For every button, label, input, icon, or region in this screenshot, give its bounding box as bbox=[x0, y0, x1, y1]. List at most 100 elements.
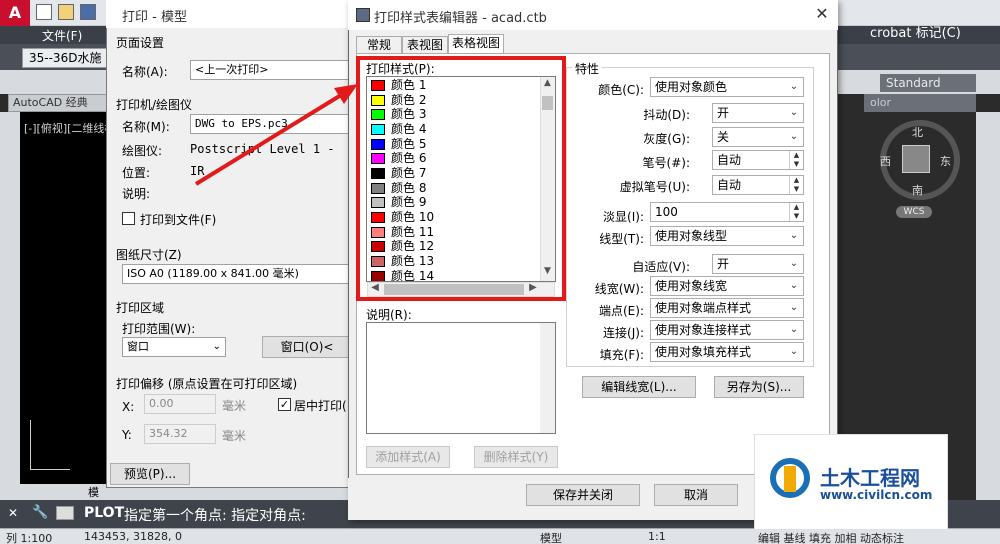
ucs-icon bbox=[30, 420, 70, 470]
tab-form-view[interactable]: 表格视图 bbox=[448, 34, 504, 54]
save-and-close-button[interactable]: 保存并关闭 bbox=[526, 484, 640, 506]
status-scale[interactable]: 列 1:100 bbox=[6, 530, 52, 544]
watermark-title: 土木工程网 bbox=[820, 466, 920, 490]
color-value: 使用对象颜色 bbox=[655, 80, 728, 94]
status-annotation-scale[interactable]: 1:1 bbox=[648, 530, 666, 543]
editor-title: 打印样式表编辑器 - acad.ctb bbox=[374, 11, 547, 26]
linetype-label: 线型(T): bbox=[599, 232, 644, 246]
join-combo[interactable]: 使用对象连接样式 ⌄ bbox=[650, 320, 804, 340]
plot-range-value: 窗口 bbox=[127, 340, 149, 353]
offset-x-label: X: bbox=[122, 400, 135, 414]
page-setup-name-combo[interactable]: <上一次打印> bbox=[190, 60, 350, 80]
modify-toolbar bbox=[976, 112, 1000, 502]
chevron-down-icon: ⌄ bbox=[789, 280, 799, 291]
printer-group-title: 打印机/绘图仪 bbox=[116, 98, 193, 112]
compass-south: 南 bbox=[912, 184, 923, 197]
print-to-file-checkbox[interactable] bbox=[122, 212, 135, 225]
tab-table-view[interactable]: 表视图 bbox=[402, 36, 448, 54]
fill-combo[interactable]: 使用对象填充样式 ⌄ bbox=[650, 342, 804, 362]
linetype-combo[interactable]: 使用对象线型 ⌄ bbox=[650, 226, 804, 246]
page-setup-name-label: 名称(A): bbox=[122, 65, 168, 79]
grayscale-label: 灰度(G): bbox=[643, 132, 690, 146]
chevron-down-icon: ⌄ bbox=[789, 302, 799, 313]
page-setup-heading: 页面设置 bbox=[116, 36, 165, 50]
spin-up-icon[interactable]: ▲ bbox=[789, 176, 803, 185]
wrench-icon[interactable]: 🔧 bbox=[32, 505, 48, 521]
chevron-down-icon: ⌄ bbox=[789, 324, 799, 335]
plotter-label: 绘图仪: bbox=[122, 144, 163, 158]
spin-down-icon[interactable]: ▼ bbox=[789, 160, 803, 169]
where-label: 位置: bbox=[122, 166, 151, 180]
tab-general[interactable]: 常规 bbox=[356, 36, 402, 54]
linetype-value: 使用对象线型 bbox=[655, 229, 728, 243]
offset-x-unit: 毫米 bbox=[222, 399, 247, 413]
adaptive-label: 自适应(V): bbox=[632, 260, 690, 274]
new-file-icon[interactable] bbox=[36, 4, 52, 20]
save-as-button[interactable]: 另存为(S)... bbox=[714, 376, 804, 398]
plot-range-combo[interactable]: 窗口 ⌄ bbox=[122, 337, 226, 357]
adaptive-combo[interactable]: 开 ⌄ bbox=[712, 254, 804, 274]
text-style-combo[interactable]: Standard bbox=[880, 74, 976, 92]
edit-lineweights-button[interactable]: 编辑线宽(L)... bbox=[582, 376, 696, 398]
virtual-pen-stepper[interactable]: 自动 ▲ ▼ bbox=[712, 175, 804, 195]
color-combo[interactable]: 使用对象颜色 ⌄ bbox=[650, 77, 804, 97]
fill-label: 填充(F): bbox=[599, 348, 644, 362]
status-toggles[interactable]: 编辑 基线 填充 加相 动态标注 bbox=[758, 530, 904, 544]
save-file-icon[interactable] bbox=[80, 4, 96, 20]
spin-up-icon[interactable]: ▲ bbox=[789, 203, 803, 212]
center-plot-label: 居中打印( bbox=[294, 399, 347, 413]
chevron-down-icon: ⌄ bbox=[212, 341, 221, 352]
spin-down-icon[interactable]: ▼ bbox=[789, 185, 803, 194]
dither-combo[interactable]: 开 ⌄ bbox=[712, 103, 804, 123]
open-file-icon[interactable] bbox=[58, 4, 74, 20]
command-prompt: 指定第一个角点: 指定对角点: bbox=[124, 508, 306, 524]
description-scrollbar[interactable] bbox=[540, 323, 555, 433]
compass-north: 北 bbox=[912, 126, 923, 139]
pen-number-stepper[interactable]: 自动 ▲ ▼ bbox=[712, 150, 804, 170]
wcs-menu[interactable]: WCS bbox=[896, 206, 932, 218]
plot-range-label: 打印范围(W): bbox=[122, 322, 196, 336]
screening-stepper[interactable]: 100 ▲ ▼ bbox=[650, 202, 804, 222]
preview-button[interactable]: 预览(P)... bbox=[110, 463, 190, 485]
properties-title: 特性 bbox=[572, 60, 603, 77]
spin-up-icon[interactable]: ▲ bbox=[789, 151, 803, 160]
menu-file[interactable]: 文件(F) bbox=[42, 27, 82, 44]
lineweight-label: 线宽(W): bbox=[594, 282, 644, 296]
offset-y-label: Y: bbox=[122, 428, 132, 442]
join-label: 连接(J): bbox=[603, 326, 644, 340]
watermark-url: www.civilcn.com bbox=[820, 488, 933, 502]
paper-size-combo[interactable]: ISO A0 (1189.00 x 841.00 毫米) bbox=[122, 264, 350, 284]
lineweight-combo[interactable]: 使用对象线宽 ⌄ bbox=[650, 276, 804, 296]
document-tab[interactable]: 35--36D水施 bbox=[22, 48, 112, 68]
color-combo[interactable]: olor bbox=[864, 94, 976, 112]
offset-y-unit: 毫米 bbox=[222, 429, 247, 443]
model-tab[interactable]: 模 bbox=[88, 484, 99, 500]
cancel-button[interactable]: 取消 bbox=[654, 484, 738, 506]
offset-x-input[interactable]: 0.00 bbox=[144, 394, 216, 414]
close-cmd-icon[interactable]: ✕ bbox=[8, 506, 22, 520]
status-model[interactable]: 模型 bbox=[540, 530, 562, 544]
command-name: PLOT bbox=[84, 505, 125, 521]
close-icon[interactable]: ✕ bbox=[812, 4, 832, 24]
autocad-logo-icon[interactable]: A bbox=[0, 0, 30, 26]
workspace-selector[interactable]: AutoCAD 经典 bbox=[8, 94, 118, 112]
chevron-down-icon: ⌄ bbox=[789, 107, 799, 118]
add-style-button[interactable]: 添加样式(A) bbox=[366, 446, 450, 468]
grayscale-combo[interactable]: 关 ⌄ bbox=[712, 127, 804, 147]
viewcube-face[interactable] bbox=[902, 145, 930, 173]
description-label: 说明: bbox=[122, 187, 151, 201]
where-value: IR bbox=[190, 164, 205, 178]
delete-style-button[interactable]: 删除样式(Y) bbox=[474, 446, 558, 468]
status-coords: 143453, 31828, 0 bbox=[84, 530, 182, 543]
center-plot-checkbox[interactable]: ✓ bbox=[278, 398, 291, 411]
acrobat-menu[interactable]: crobat 标记(C) bbox=[848, 24, 1000, 44]
window-button[interactable]: 窗口(O)< bbox=[262, 336, 352, 358]
paper-size-title: 图纸尺寸(Z) bbox=[116, 248, 182, 262]
description-textarea[interactable] bbox=[366, 322, 556, 434]
endpoint-combo[interactable]: 使用对象端点样式 ⌄ bbox=[650, 298, 804, 318]
viewport-label[interactable]: [-][俯视][二维线框 bbox=[24, 120, 115, 136]
spin-down-icon[interactable]: ▼ bbox=[789, 212, 803, 221]
printer-name-combo[interactable]: DWG to EPS.pc3 bbox=[190, 114, 350, 134]
chevron-down-icon: ⌄ bbox=[789, 346, 799, 357]
offset-y-input[interactable]: 354.32 bbox=[144, 424, 216, 444]
